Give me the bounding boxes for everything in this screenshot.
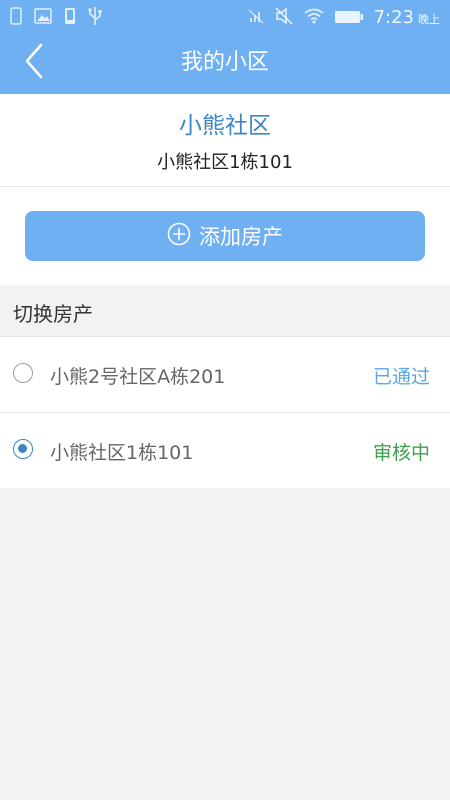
community-name: 小熊社区 — [179, 113, 271, 139]
back-button[interactable] — [16, 43, 52, 83]
switch-property-header: 切换房产 — [0, 286, 450, 337]
status-time: 7:23 — [373, 7, 414, 28]
property-row[interactable]: 小熊社区1栋101 审核中 — [0, 413, 450, 488]
add-property-label: 添加房产 — [199, 225, 283, 249]
mute-icon — [274, 7, 294, 29]
radio-selected-icon[interactable] — [13, 439, 33, 459]
current-address: 小熊社区1栋101 — [157, 152, 293, 173]
page-title: 我的小区 — [180, 50, 269, 75]
add-property-section: 添加房产 — [0, 187, 450, 285]
property-status-badge: 审核中 — [372, 442, 430, 464]
signal-icon — [248, 8, 264, 28]
wifi-icon — [304, 8, 324, 28]
current-community-card: 小熊社区 小熊社区1栋101 — [0, 94, 450, 187]
property-name: 小熊社区1栋101 — [50, 442, 194, 464]
status-bar-right: 7:23 晚上 — [248, 6, 440, 30]
property-name: 小熊2号社区A栋201 — [50, 366, 226, 388]
image-icon — [34, 8, 52, 28]
usb-icon — [88, 6, 102, 30]
chevron-left-icon — [23, 43, 45, 83]
phone-icon — [64, 7, 76, 29]
battery-icon — [334, 9, 364, 28]
property-status-badge: 已通过 — [372, 366, 430, 388]
plus-circle-icon — [167, 222, 191, 250]
switch-property-title: 切换房产 — [13, 302, 93, 326]
status-bar-left — [10, 6, 102, 30]
radio-unselected-icon[interactable] — [13, 363, 33, 383]
status-bar: 7:23 晚上 — [0, 0, 450, 32]
property-list: 小熊2号社区A栋201 已通过 小熊社区1栋101 审核中 — [0, 337, 450, 488]
status-period: 晚上 — [418, 13, 440, 26]
app-bar: 我的小区 — [0, 32, 450, 94]
sim-icon — [10, 7, 22, 29]
property-row[interactable]: 小熊2号社区A栋201 已通过 — [0, 337, 450, 413]
add-property-button[interactable]: 添加房产 — [25, 211, 425, 261]
